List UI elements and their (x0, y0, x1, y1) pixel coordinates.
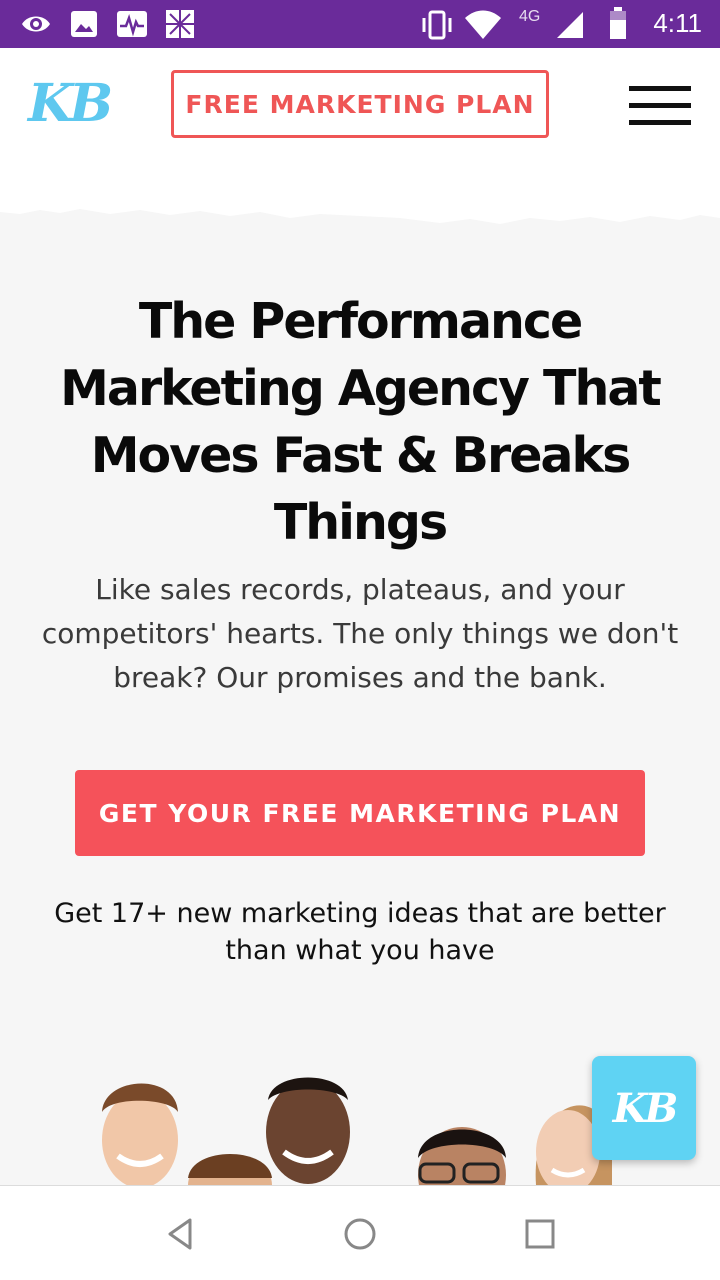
status-bar: 4G 4:11 (0, 0, 720, 48)
image-icon (71, 11, 97, 37)
system-nav-bar (0, 1185, 720, 1280)
hero-subtitle: Like sales records, plateaus, and your c… (41, 573, 679, 694)
hamburger-menu-icon[interactable] (629, 86, 691, 126)
cta-note: Get 17+ new marketing ideas that are bet… (54, 898, 666, 966)
puzzle-icon (166, 10, 194, 38)
network-type-label: 4G (519, 8, 541, 25)
logo[interactable]: KB (28, 74, 113, 134)
chat-widget-button[interactable]: KB (592, 1056, 696, 1160)
site-header: KB FREE MARKETING PLAN (0, 48, 720, 224)
get-free-plan-button[interactable]: GET YOUR FREE MARKETING PLAN (75, 770, 645, 856)
wifi-icon (465, 10, 501, 39)
clock: 4:11 (653, 8, 702, 38)
vibrate-icon (422, 10, 452, 40)
hero-title: The Performance Marketing Agency That Mo… (60, 293, 662, 551)
recents-icon[interactable] (520, 1214, 560, 1254)
eye-icon (22, 16, 50, 32)
team-member-photo (266, 1077, 350, 1184)
activity-icon (117, 11, 147, 37)
team-member-photo (102, 1083, 178, 1185)
team-member-photo (188, 1154, 272, 1185)
home-icon[interactable] (340, 1214, 380, 1254)
back-icon[interactable] (162, 1214, 202, 1254)
battery-icon (610, 7, 626, 39)
torn-paper-divider (0, 198, 720, 224)
signal-icon (557, 12, 583, 38)
header-free-plan-button[interactable]: FREE MARKETING PLAN (171, 70, 549, 138)
team-member-photo (418, 1127, 506, 1185)
